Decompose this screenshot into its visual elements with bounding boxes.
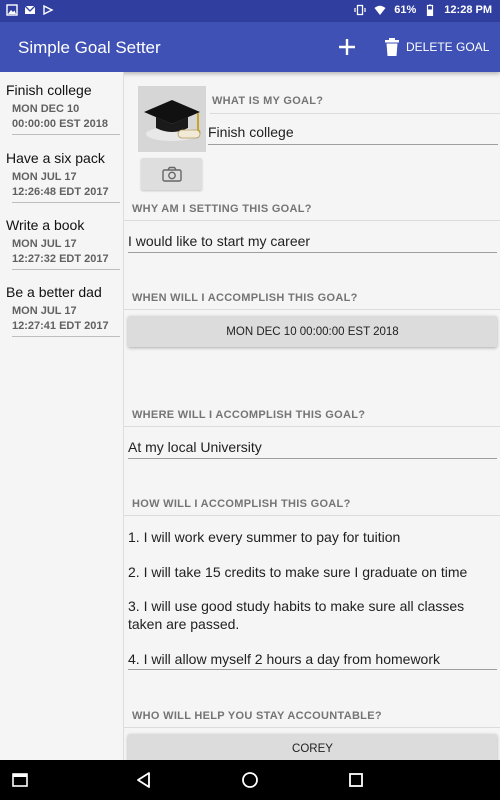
goal-image[interactable] <box>138 86 206 152</box>
battery-percent: 61% <box>394 4 417 16</box>
goal-detail-form: WHAT IS MY GOAL? Finish college WHY AM I… <box>124 72 500 764</box>
clock: 12:28 PM <box>444 4 492 16</box>
goal-item-title: Have a six pack <box>6 150 105 166</box>
goal-list-item[interactable]: Be a better dad MON JUL 17 12:27:41 EDT … <box>6 284 120 337</box>
goal-item-date-line2: 12:26:48 EDT 2017 <box>12 186 109 198</box>
how-input-underline <box>128 669 497 670</box>
goal-list-item[interactable]: Finish college MON DEC 10 00:00:00 EST 2… <box>6 82 120 135</box>
how-item: 3. I will use good study habits to make … <box>128 598 465 632</box>
when-date-button[interactable]: MON DEC 10 00:00:00 EST 2018 <box>128 316 497 347</box>
goal-item-title: Finish college <box>6 82 92 98</box>
window-icon[interactable] <box>10 770 30 790</box>
app-title: Simple Goal Setter <box>18 38 161 57</box>
gallery-notification-icon <box>6 4 18 16</box>
where-input[interactable]: At my local University <box>128 439 262 455</box>
what-input-underline <box>208 144 498 145</box>
goal-list-item[interactable]: Have a six pack MON JUL 17 12:26:48 EDT … <box>6 150 120 203</box>
where-input-underline <box>128 458 497 459</box>
divider <box>210 113 500 114</box>
goal-item-date-line2: 12:27:32 EDT 2017 <box>12 253 109 265</box>
how-item: 1. I will work every summer to pay for t… <box>128 529 401 545</box>
divider <box>124 426 500 427</box>
what-input[interactable]: Finish college <box>208 124 294 140</box>
how-label: HOW WILL I ACCOMPLISH THIS GOAL? <box>132 498 351 510</box>
goal-item-date: MON JUL 17 12:27:41 EDT 2017 <box>12 304 120 337</box>
vibrate-icon <box>354 4 366 16</box>
how-item: 2. I will take 15 credits to make sure I… <box>128 564 468 580</box>
goal-item-date-line2: 00:00:00 EST 2018 <box>12 118 109 130</box>
graduation-cap-image <box>138 86 206 152</box>
goal-item-date-line1: MON DEC 10 <box>12 103 80 115</box>
battery-icon <box>427 4 434 16</box>
app-bar: Simple Goal Setter DELETE GOAL <box>0 22 500 72</box>
add-goal-button[interactable] <box>334 34 360 60</box>
store-notification-icon <box>43 4 54 16</box>
goal-item-date-line1: MON JUL 17 <box>12 238 77 250</box>
gmail-notification-icon <box>24 5 36 14</box>
delete-goal-button[interactable]: DELETE GOAL <box>384 34 489 60</box>
take-photo-button[interactable] <box>141 158 202 190</box>
goal-item-date: MON JUL 17 12:27:32 EDT 2017 <box>12 237 120 270</box>
what-label: WHAT IS MY GOAL? <box>212 95 324 107</box>
goal-item-title: Write a book <box>6 217 85 233</box>
goal-item-date: MON JUL 17 12:26:48 EDT 2017 <box>12 170 120 203</box>
goal-item-date: MON DEC 10 00:00:00 EST 2018 <box>12 102 120 135</box>
home-icon[interactable] <box>240 770 260 790</box>
divider <box>124 309 500 310</box>
goal-item-date-line1: MON JUL 17 <box>12 171 77 183</box>
back-icon[interactable] <box>134 770 154 790</box>
delete-goal-label: DELETE GOAL <box>406 40 490 54</box>
when-label: WHEN WILL I ACCOMPLISH THIS GOAL? <box>132 292 358 304</box>
why-label: WHY AM I SETTING THIS GOAL? <box>132 203 312 215</box>
goal-list: Finish college MON DEC 10 00:00:00 EST 2… <box>0 72 124 760</box>
trash-icon <box>385 38 399 56</box>
goal-list-item[interactable]: Write a book MON JUL 17 12:27:32 EDT 201… <box>6 217 120 270</box>
system-nav-bar <box>0 760 500 800</box>
divider <box>124 727 500 728</box>
why-input-underline <box>128 252 497 253</box>
goal-item-date-line1: MON JUL 17 <box>12 305 77 317</box>
camera-icon <box>161 166 182 182</box>
divider <box>124 220 500 221</box>
status-bar: 61% 12:28 PM <box>0 0 500 22</box>
plus-icon <box>339 39 355 55</box>
who-label: WHO WILL HELP YOU STAY ACCOUNTABLE? <box>132 710 382 722</box>
where-label: WHERE WILL I ACCOMPLISH THIS GOAL? <box>132 409 366 421</box>
why-input[interactable]: I would like to start my career <box>128 233 310 249</box>
how-item: 4. I will allow myself 2 hours a day fro… <box>128 651 440 667</box>
goal-item-title: Be a better dad <box>6 284 102 300</box>
wifi-icon <box>374 5 386 15</box>
divider <box>124 515 500 516</box>
recents-icon[interactable] <box>346 770 366 790</box>
goal-item-date-line2: 12:27:41 EDT 2017 <box>12 320 109 332</box>
